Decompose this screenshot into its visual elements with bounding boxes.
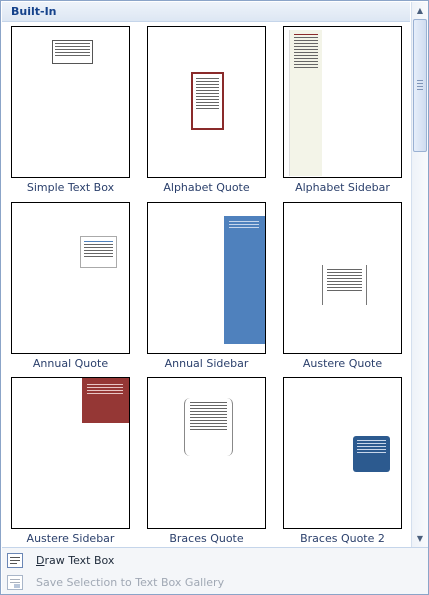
gallery-item-braces-quote-2[interactable]: Braces Quote 2 xyxy=(283,377,413,547)
scroll-up-icon[interactable]: ▲ xyxy=(412,2,428,18)
thumbnail-alphabet-sidebar xyxy=(283,26,402,178)
vertical-scrollbar[interactable]: ▲ ▼ xyxy=(411,2,428,547)
thumbnail-annual-quote xyxy=(11,202,130,354)
gallery-item-simple-text-box[interactable]: Simple Text Box xyxy=(11,26,141,196)
gallery-item-label: Annual Sidebar xyxy=(164,357,249,370)
text-box-icon xyxy=(7,553,23,568)
thumbnail-austere-quote xyxy=(283,202,402,354)
gallery-item-annual-sidebar[interactable]: Annual Sidebar xyxy=(147,202,277,372)
gallery-item-alphabet-sidebar[interactable]: Alphabet Sidebar xyxy=(283,26,413,196)
gallery-item-label: Alphabet Quote xyxy=(163,181,250,194)
gallery-item-annual-quote[interactable]: Annual Quote xyxy=(11,202,141,372)
draw-text-box-label: raw Text Box xyxy=(44,554,115,567)
save-to-gallery-icon xyxy=(7,575,23,590)
section-title: Built-In xyxy=(11,5,57,18)
gallery-item-label: Annual Quote xyxy=(32,357,109,370)
gallery-item-austere-quote[interactable]: Austere Quote xyxy=(283,202,413,372)
gallery-item-label: Braces Quote 2 xyxy=(300,532,385,545)
gallery-item-austere-sidebar[interactable]: Austere Sidebar xyxy=(11,377,141,547)
gallery-item-label: Austere Sidebar xyxy=(26,532,115,545)
gallery-item-label: Alphabet Sidebar xyxy=(295,181,390,194)
thumbnail-alphabet-quote xyxy=(147,26,266,178)
thumbnail-austere-sidebar xyxy=(11,377,130,529)
gallery-item-alphabet-quote[interactable]: Alphabet Quote xyxy=(147,26,277,196)
text-box-gallery: Built-In Simple Text Box Alphabet Quote … xyxy=(0,0,429,595)
gallery-item-label: Braces Quote xyxy=(169,532,244,545)
thumbnail-annual-sidebar xyxy=(147,202,266,354)
gallery-item-braces-quote[interactable]: Braces Quote xyxy=(147,377,277,547)
gallery-footer: Draw Text Box Save Selection to Text Box… xyxy=(2,547,428,594)
save-selection-label: Save Selection to Text Box Gallery xyxy=(36,576,225,589)
thumbnail-simple-text-box xyxy=(11,26,130,178)
gallery-item-label: Simple Text Box xyxy=(26,181,115,194)
section-header: Built-In xyxy=(2,2,410,22)
gallery-item-label: Austere Quote xyxy=(302,357,383,370)
save-selection-item: Save Selection to Text Box Gallery xyxy=(2,572,428,594)
thumbnail-braces-quote xyxy=(147,377,266,529)
scrollbar-thumb[interactable] xyxy=(413,19,427,152)
thumbnail-braces-quote-2 xyxy=(283,377,402,529)
draw-text-box-item[interactable]: Draw Text Box xyxy=(2,550,428,572)
scroll-down-icon[interactable]: ▼ xyxy=(412,530,428,546)
